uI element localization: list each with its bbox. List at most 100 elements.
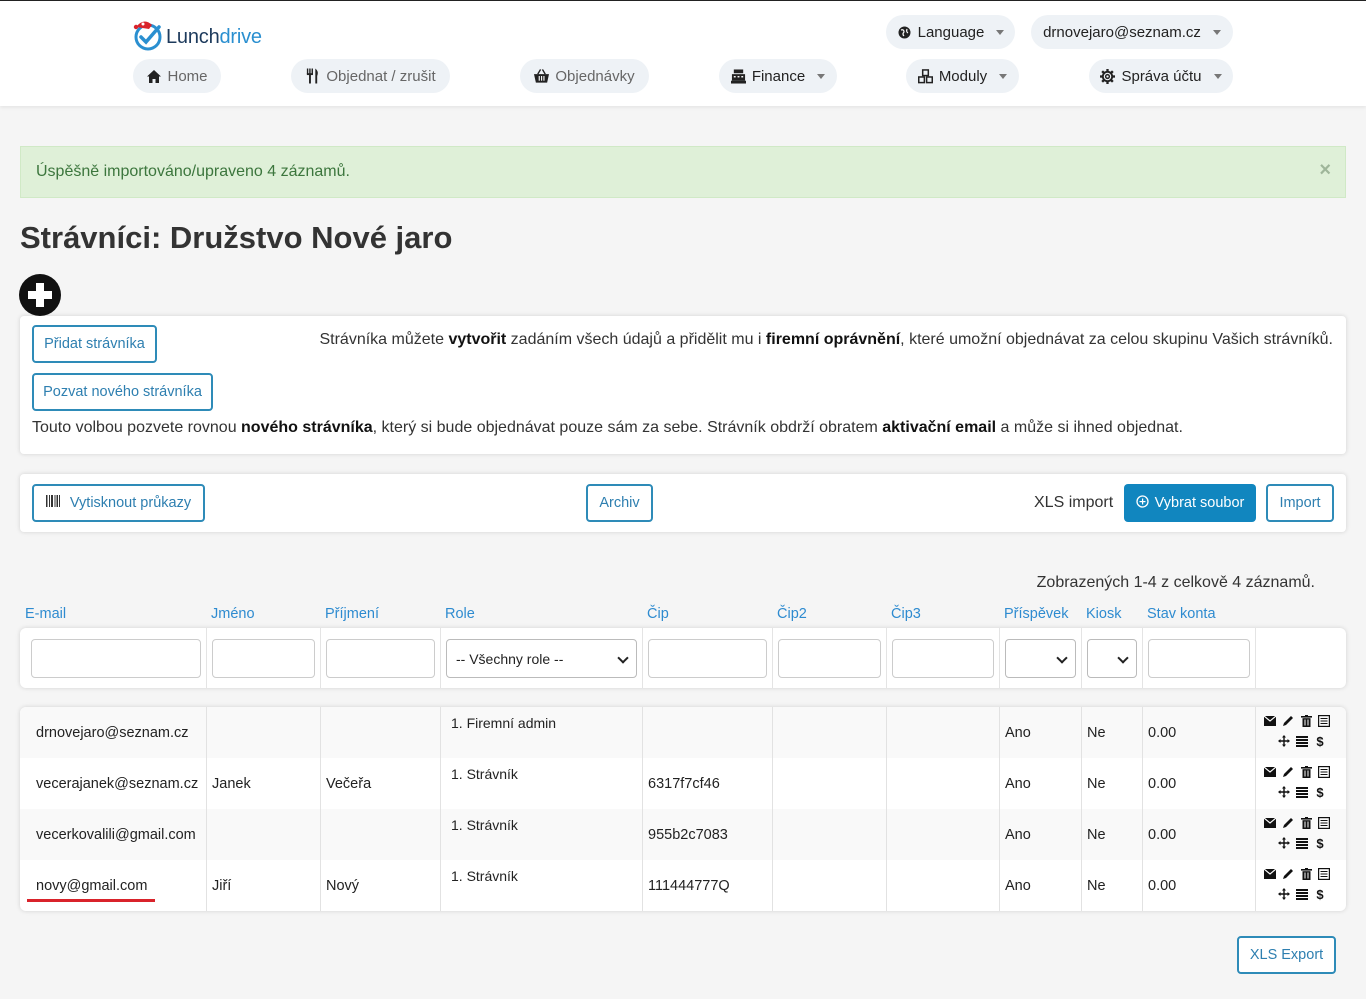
archive-button[interactable]: Archiv xyxy=(586,484,653,522)
filter-kiosk-select[interactable] xyxy=(1087,639,1137,678)
cell-role-value: 1. Strávník xyxy=(451,817,518,833)
nav-modules-dropdown[interactable]: Moduly xyxy=(906,59,1019,93)
column-header-balance[interactable]: Stav konta xyxy=(1147,606,1216,622)
edit-icon[interactable] xyxy=(1281,867,1295,881)
language-dropdown[interactable]: Language xyxy=(886,15,1015,49)
plus-circle-icon[interactable] xyxy=(19,274,61,316)
edit-icon[interactable] xyxy=(1281,714,1295,728)
cell-balance: 0.00 xyxy=(1143,809,1256,860)
filter-chip3-input[interactable] xyxy=(892,639,994,678)
highlight-underline xyxy=(27,899,155,902)
globe-icon xyxy=(897,25,912,40)
filter-first-name-input[interactable] xyxy=(212,639,315,678)
dollar-icon[interactable]: $ xyxy=(1313,785,1327,800)
email-icon[interactable] xyxy=(1263,765,1277,779)
logo-text-part2: drive xyxy=(219,25,263,48)
filter-chip2-input[interactable] xyxy=(778,639,881,678)
cell-role-value: 1. Strávník xyxy=(451,766,518,782)
print-cards-label: Vytisknout průkazy xyxy=(69,495,192,511)
edit-icon[interactable] xyxy=(1281,765,1295,779)
print-cards-button[interactable]: Vytisknout průkazy xyxy=(32,484,205,522)
cell-last-name: Nový xyxy=(321,860,441,911)
delete-icon[interactable] xyxy=(1299,765,1313,779)
list-icon[interactable] xyxy=(1295,887,1309,901)
chevron-down-icon xyxy=(1213,73,1222,79)
filter-balance-input[interactable] xyxy=(1148,639,1250,678)
nav-account-dropdown[interactable]: Správa účtu xyxy=(1089,59,1233,93)
cell-chip xyxy=(643,707,773,758)
cell-balance: 0.00 xyxy=(1143,707,1256,758)
nav-account-label: Správa účtu xyxy=(1121,67,1202,85)
email-icon[interactable] xyxy=(1263,714,1277,728)
column-header-last-name[interactable]: Příjmení xyxy=(325,606,379,622)
filter-cell-chip3 xyxy=(887,628,1000,688)
column-header-email[interactable]: E-mail xyxy=(25,606,66,622)
move-icon[interactable] xyxy=(1277,785,1291,799)
import-button[interactable]: Import xyxy=(1266,484,1334,522)
column-header-role[interactable]: Role xyxy=(445,606,475,622)
lunchdrive-logo[interactable]: Lunchdrive xyxy=(132,17,262,51)
detail-icon[interactable] xyxy=(1317,867,1331,881)
invite-diner-button[interactable]: Pozvat nového strávníka xyxy=(32,373,213,411)
filter-chip-input[interactable] xyxy=(648,639,767,678)
column-header-chip3[interactable]: Čip3 xyxy=(891,606,921,622)
dollar-icon[interactable]: $ xyxy=(1313,734,1327,749)
detail-icon[interactable] xyxy=(1317,765,1331,779)
column-header-chip2[interactable]: Čip2 xyxy=(777,606,807,622)
email-icon[interactable] xyxy=(1263,816,1277,830)
invite-text-part1: Touto volbou pozvete rovnou xyxy=(32,419,242,436)
xls-export-button[interactable]: XLS Export xyxy=(1237,936,1336,974)
alert-close-button[interactable]: × xyxy=(1319,159,1331,182)
row-actions: $ xyxy=(1263,711,1343,751)
column-header-chip[interactable]: Čip xyxy=(647,606,669,622)
email-icon[interactable] xyxy=(1263,867,1277,881)
cell-contribution-value: Ano xyxy=(1005,776,1031,792)
nav-order[interactable]: Objednat / zrušit xyxy=(291,59,450,93)
move-icon[interactable] xyxy=(1277,734,1291,748)
cell-chip2 xyxy=(773,809,887,860)
cell-kiosk: Ne xyxy=(1082,707,1143,758)
delete-icon[interactable] xyxy=(1299,867,1313,881)
filter-contribution-select[interactable] xyxy=(1005,639,1076,678)
delete-icon[interactable] xyxy=(1299,816,1313,830)
move-icon[interactable] xyxy=(1277,836,1291,850)
list-icon[interactable] xyxy=(1295,734,1309,748)
cell-first-name-value: Jiří xyxy=(212,878,232,894)
cell-chip2 xyxy=(773,758,887,809)
dollar-icon[interactable]: $ xyxy=(1313,887,1327,902)
nav-finance-dropdown[interactable]: Finance xyxy=(719,59,837,93)
column-header-first-name[interactable]: Jméno xyxy=(211,606,255,622)
dollar-icon[interactable]: $ xyxy=(1313,836,1327,851)
gear-icon xyxy=(1100,68,1116,84)
chevron-down-icon xyxy=(817,73,826,79)
cell-kiosk-value: Ne xyxy=(1087,878,1106,894)
filter-last-name-input[interactable] xyxy=(326,639,435,678)
list-icon[interactable] xyxy=(1295,785,1309,799)
filter-role-selected: -- Všechny role -- xyxy=(456,650,564,667)
cell-contribution-value: Ano xyxy=(1005,827,1031,843)
add-diner-button[interactable]: Přidat strávníka xyxy=(32,325,157,363)
edit-icon[interactable] xyxy=(1281,816,1295,830)
column-header-contribution[interactable]: Příspěvek xyxy=(1004,606,1068,622)
filter-cell-email xyxy=(20,628,207,688)
column-header-kiosk[interactable]: Kiosk xyxy=(1086,606,1121,622)
cell-kiosk-value: Ne xyxy=(1087,776,1106,792)
cell-chip: 6317f7cf46 xyxy=(643,758,773,809)
choose-file-button[interactable]: Vybrat soubor xyxy=(1124,484,1256,522)
filter-row: -- Všechny role -- xyxy=(20,628,1346,688)
nav-home[interactable]: Home xyxy=(133,59,221,93)
nav-finance-label: Finance xyxy=(751,67,806,85)
nav-orders[interactable]: Objednávky xyxy=(520,59,649,93)
delete-icon[interactable] xyxy=(1299,714,1313,728)
nav-order-label: Objednat / zrušit xyxy=(326,67,436,85)
detail-icon[interactable] xyxy=(1317,816,1331,830)
list-icon[interactable] xyxy=(1295,836,1309,850)
table-row: novy@gmail.com Jiří Nový 1. Strávník 1114447… xyxy=(20,860,1346,911)
move-icon[interactable] xyxy=(1277,887,1291,901)
cell-first-name xyxy=(207,707,321,758)
user-account-dropdown[interactable]: drnovejaro@seznam.cz xyxy=(1031,15,1233,49)
detail-icon[interactable] xyxy=(1317,714,1331,728)
cell-role: 1. Strávník xyxy=(441,758,643,809)
filter-role-select[interactable]: -- Všechny role -- xyxy=(446,639,637,678)
filter-email-input[interactable] xyxy=(31,639,201,678)
